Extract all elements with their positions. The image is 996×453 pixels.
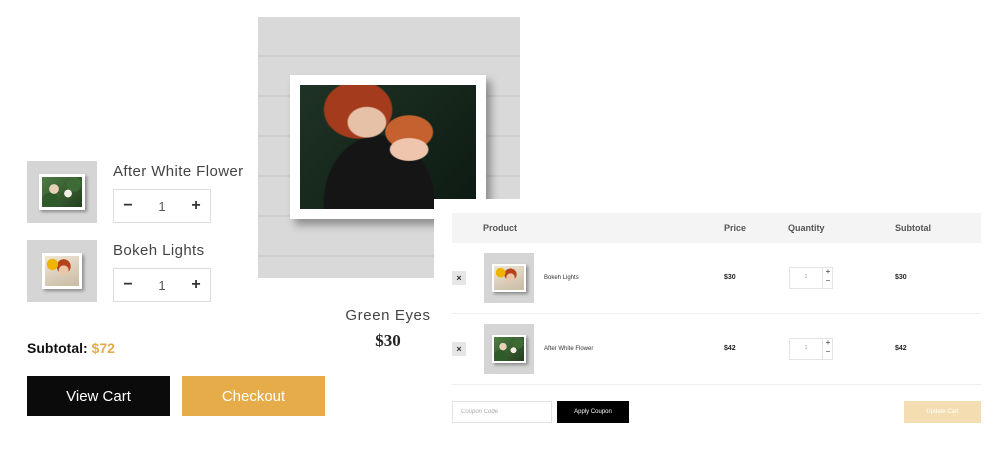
header-product: Product (483, 223, 518, 233)
quantity-value[interactable]: 1 (158, 278, 165, 293)
cart-row-2-subtotal: $42 (895, 345, 907, 352)
cart-row-2-price: $42 (724, 345, 736, 352)
cart-row-2-quantity-stepper: 1 + − (789, 338, 833, 360)
subtotal-amount: $72 (91, 340, 115, 356)
plus-button[interactable]: + (188, 276, 204, 294)
quantity-value[interactable]: 1 (790, 274, 822, 280)
row-divider (452, 313, 981, 314)
framed-portrait-photo-icon (42, 253, 82, 289)
apply-coupon-button[interactable]: Apply Coupon (557, 401, 629, 423)
update-cart-button[interactable]: Update Cart (904, 401, 981, 423)
featured-product-price: $30 (375, 331, 401, 350)
minus-button[interactable]: − (120, 276, 136, 294)
plus-button[interactable]: + (188, 197, 204, 215)
framed-portrait-photo-icon (492, 264, 526, 292)
framed-flower-photo-icon (492, 335, 526, 363)
subtotal-label: Subtotal: (27, 340, 88, 356)
mini-cart-item-2-thumbnail[interactable] (27, 240, 97, 302)
cart-row-1-thumbnail[interactable] (484, 253, 534, 303)
cart-row-1-subtotal: $30 (895, 274, 907, 281)
minus-button[interactable]: − (823, 347, 833, 356)
quantity-value[interactable]: 1 (790, 345, 822, 351)
quantity-value[interactable]: 1 (158, 199, 165, 214)
cart-row-2-name[interactable]: After White Flower (544, 346, 593, 352)
minus-button[interactable]: − (823, 276, 833, 285)
cart-row-1-name[interactable]: Bokeh Lights (544, 275, 579, 281)
framed-portrait-photo-icon (290, 75, 486, 219)
plus-button[interactable]: + (823, 338, 833, 347)
mini-cart-item-1-name[interactable]: After White Flower (113, 163, 244, 180)
featured-product-name[interactable]: Green Eyes (338, 307, 438, 324)
remove-item-button[interactable]: × (452, 342, 466, 356)
cart-row-1-price: $30 (724, 274, 736, 281)
cart-row-2-thumbnail[interactable] (484, 324, 534, 374)
view-cart-button[interactable]: View Cart (27, 376, 170, 416)
header-quantity: Quantity (788, 223, 825, 233)
mini-cart-item-2-name[interactable]: Bokeh Lights (113, 242, 205, 259)
mini-cart-subtotal: Subtotal: $72 (27, 340, 115, 356)
mini-cart-item-2-quantity: − 1 + (113, 268, 211, 302)
mini-cart-item-1-thumbnail[interactable] (27, 161, 97, 223)
coupon-code-input[interactable] (452, 401, 552, 423)
remove-item-button[interactable]: × (452, 271, 466, 285)
mini-cart-item-1-quantity: − 1 + (113, 189, 211, 223)
cart-table-header: Product Price Quantity Subtotal (452, 213, 981, 243)
framed-flower-photo-icon (39, 174, 85, 210)
checkout-button[interactable]: Checkout (182, 376, 325, 416)
cart-row-1-quantity-stepper: 1 + − (789, 267, 833, 289)
minus-button[interactable]: − (120, 197, 136, 215)
row-divider (452, 384, 981, 385)
header-subtotal: Subtotal (895, 223, 931, 233)
header-price: Price (724, 223, 747, 233)
plus-button[interactable]: + (823, 267, 833, 276)
